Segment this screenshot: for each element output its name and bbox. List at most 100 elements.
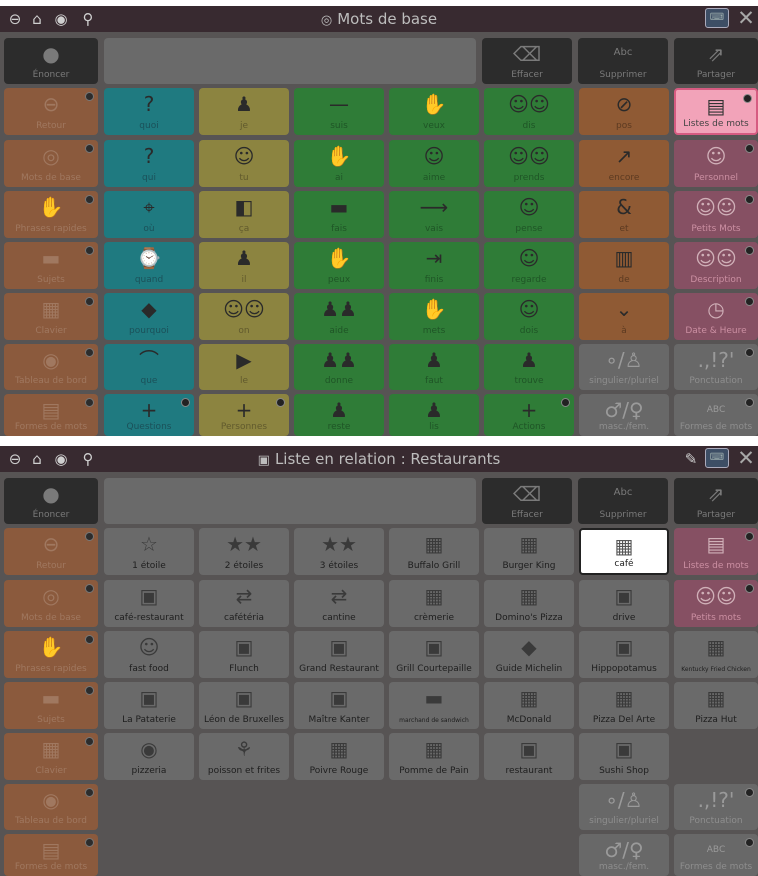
share-button[interactable]: ⇗ Partager — [674, 478, 758, 524]
word-button-ponctuation[interactable]: .,!?' Ponctuation — [674, 784, 758, 830]
word-button-marchand-de-sandwich[interactable]: ▬ marchand de sandwich — [389, 682, 479, 729]
message-bar[interactable] — [104, 38, 476, 84]
word-button-dois[interactable]: ☺ dois — [484, 293, 574, 340]
word-button-ponctuation[interactable]: .,!?' Ponctuation — [674, 344, 758, 390]
word-button-burger-king[interactable]: ▦ Burger King — [484, 528, 574, 575]
keyboard-icon[interactable]: ⌨ — [705, 8, 729, 28]
word-button-date-heure[interactable]: ◷ Date & Heure — [674, 293, 758, 340]
word-button-aide[interactable]: ♟♟ aide — [294, 293, 384, 340]
speak-button[interactable]: ● Énoncer — [4, 38, 98, 84]
word-button-ou[interactable]: ⌖ où — [104, 191, 194, 238]
word-button-reste[interactable]: ♟ reste — [294, 394, 384, 436]
word-button-flunch[interactable]: ▣ Flunch — [199, 631, 289, 678]
word-button-pizza-hut[interactable]: ▦ Pizza Hut — [674, 682, 758, 729]
word-button-singulier-pluriel[interactable]: ∘/♙ singulier/pluriel — [579, 344, 669, 390]
word-button-grill-courtepaille[interactable]: ▣ Grill Courtepaille — [389, 631, 479, 678]
share-button[interactable]: ⇗ Partager — [674, 38, 758, 84]
word-button-mets[interactable]: ✋ mets — [389, 293, 479, 340]
word-button-pourquoi[interactable]: ◆ pourquoi — [104, 293, 194, 340]
word-button-cantine[interactable]: ⇄ cantine — [294, 580, 384, 627]
sidebar-item-phrases-rapides[interactable]: ✋ Phrases rapides — [4, 191, 98, 238]
sidebar-item-formes-de-mots[interactable]: ▤ Formes de mots — [4, 394, 98, 436]
word-button-formes-de-mots[interactable]: ABC Formes de mots — [674, 394, 758, 436]
word-button-listes-de-mots[interactable]: ▤ Listes de mots — [674, 528, 758, 575]
word-button-le[interactable]: ▶ le — [199, 344, 289, 390]
word-button-1-etoile[interactable]: ☆ 1 étoile — [104, 528, 194, 575]
word-button-qui[interactable]: ? qui — [104, 140, 194, 187]
word-button-maitre-kanter[interactable]: ▣ Maître Kanter — [294, 682, 384, 729]
sidebar-item-tableau-de-bord[interactable]: ◉ Tableau de bord — [4, 344, 98, 390]
delete-button[interactable]: Abc Supprimer — [578, 38, 668, 84]
sidebar-item-mots-de-base[interactable]: ◎ Mots de base — [4, 580, 98, 627]
speak-button[interactable]: ● Énoncer — [4, 478, 98, 524]
word-button-veux[interactable]: ✋ veux — [389, 88, 479, 135]
word-button-dis[interactable]: ☺☺ dis — [484, 88, 574, 135]
word-button-domino-s-pizza[interactable]: ▦ Domino's Pizza — [484, 580, 574, 627]
word-button-poisson-et-frites[interactable]: ⚘ poisson et frites — [199, 733, 289, 780]
word-button-singulier-pluriel[interactable]: ∘/♙ singulier/pluriel — [579, 784, 669, 830]
word-button-ai[interactable]: ✋ ai — [294, 140, 384, 187]
word-button-regarde[interactable]: ☺ regarde — [484, 242, 574, 289]
word-button-quoi[interactable]: ? quoi — [104, 88, 194, 135]
word-button-finis[interactable]: ⇥ finis — [389, 242, 479, 289]
word-button-leon-de-bruxelles[interactable]: ▣ Léon de Bruxelles — [199, 682, 289, 729]
message-bar[interactable] — [104, 478, 476, 524]
sidebar-item-retour[interactable]: ⊖ Retour — [4, 88, 98, 135]
clear-button[interactable]: ⌫ Effacer — [482, 38, 572, 84]
word-button-pizza-del-arte[interactable]: ▦ Pizza Del Arte — [579, 682, 669, 729]
word-button-on[interactable]: ☺☺ on — [199, 293, 289, 340]
word-button-pos[interactable]: ⊘ pos — [579, 88, 669, 135]
word-button-ca[interactable]: ◧ ça — [199, 191, 289, 238]
word-button-cafe[interactable]: ▦ café — [579, 528, 669, 575]
word-button-pense[interactable]: ☺ pense — [484, 191, 574, 238]
word-button-trouve[interactable]: ♟ trouve — [484, 344, 574, 390]
word-button-lis[interactable]: ♟ lis — [389, 394, 479, 436]
sidebar-item-clavier[interactable]: ▦ Clavier — [4, 293, 98, 340]
word-button-pizzeria[interactable]: ◉ pizzeria — [104, 733, 194, 780]
word-button-peux[interactable]: ✋ peux — [294, 242, 384, 289]
word-button-pomme-de-pain[interactable]: ▦ Pomme de Pain — [389, 733, 479, 780]
word-button-personnel[interactable]: ☺ Personnel — [674, 140, 758, 187]
sidebar-item-formes-de-mots[interactable]: ▤ Formes de mots — [4, 834, 98, 876]
delete-button[interactable]: Abc Supprimer — [578, 478, 668, 524]
word-button-questions[interactable]: + Questions — [104, 394, 194, 436]
clear-button[interactable]: ⌫ Effacer — [482, 478, 572, 524]
word-button-fais[interactable]: ▬ fais — [294, 191, 384, 238]
word-button-2-etoiles[interactable]: ★★ 2 étoiles — [199, 528, 289, 575]
word-button-3-etoiles[interactable]: ★★ 3 étoiles — [294, 528, 384, 575]
sidebar-item-clavier[interactable]: ▦ Clavier — [4, 733, 98, 780]
sidebar-item-phrases-rapides[interactable]: ✋ Phrases rapides — [4, 631, 98, 678]
edit-icon[interactable]: ✎ — [680, 448, 702, 470]
word-button-quand[interactable]: ⌚ quand — [104, 242, 194, 289]
word-button-donne[interactable]: ♟♟ donne — [294, 344, 384, 390]
word-button-cafe-restaurant[interactable]: ▣ café-restaurant — [104, 580, 194, 627]
word-button-cafeteria[interactable]: ⇄ cafétéria — [199, 580, 289, 627]
word-button-personnes[interactable]: + Personnes — [199, 394, 289, 436]
word-button-buffalo-grill[interactable]: ▦ Buffalo Grill — [389, 528, 479, 575]
sidebar-item-tableau-de-bord[interactable]: ◉ Tableau de bord — [4, 784, 98, 830]
word-button-guide-michelin[interactable]: ◆ Guide Michelin — [484, 631, 574, 678]
word-button-je[interactable]: ♟ je — [199, 88, 289, 135]
word-button-encore[interactable]: ↗ encore — [579, 140, 669, 187]
word-button-il[interactable]: ♟ il — [199, 242, 289, 289]
word-button-aime[interactable]: ☺ aime — [389, 140, 479, 187]
word-button-masc-fem[interactable]: ♂/♀ masc./fem. — [579, 394, 669, 436]
word-button-fast-food[interactable]: ☺ fast food — [104, 631, 194, 678]
word-button-a[interactable]: ⌄ à — [579, 293, 669, 340]
word-button-poivre-rouge[interactable]: ▦ Poivre Rouge — [294, 733, 384, 780]
word-button-sushi-shop[interactable]: ▣ Sushi Shop — [579, 733, 669, 780]
word-button-mcdonald[interactable]: ▦ McDonald — [484, 682, 574, 729]
word-button-kentucky-fried-chicken[interactable]: ▦ Kentucky Fried Chicken — [674, 631, 758, 678]
word-button-suis[interactable]: — suis — [294, 88, 384, 135]
word-button-tu[interactable]: ☺ tu — [199, 140, 289, 187]
close-icon[interactable]: ✕ — [735, 6, 757, 30]
keyboard-icon[interactable]: ⌨ — [705, 448, 729, 468]
word-button-listes-de-mots[interactable]: ▤ Listes de mots — [674, 88, 758, 135]
word-button-restaurant[interactable]: ▣ restaurant — [484, 733, 574, 780]
word-button-de[interactable]: ▥ de — [579, 242, 669, 289]
word-button-cremerie[interactable]: ▦ crèmerie — [389, 580, 479, 627]
sidebar-item-mots-de-base[interactable]: ◎ Mots de base — [4, 140, 98, 187]
sidebar-item-retour[interactable]: ⊖ Retour — [4, 528, 98, 575]
word-button-faut[interactable]: ♟ faut — [389, 344, 479, 390]
word-button-la-pataterie[interactable]: ▣ La Pataterie — [104, 682, 194, 729]
